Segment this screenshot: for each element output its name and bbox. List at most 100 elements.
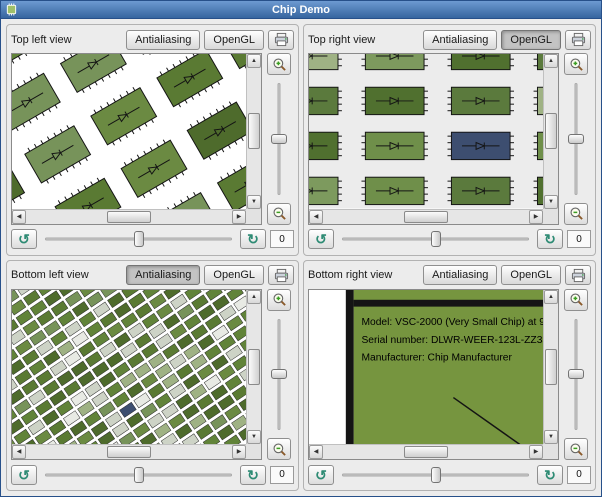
printer-icon (274, 32, 289, 47)
rotate-slider[interactable] (41, 229, 236, 249)
slider-handle[interactable] (271, 369, 287, 380)
vertical-scrollbar[interactable]: ▲ ▼ (246, 54, 261, 209)
scroll-up-arrow[interactable]: ▲ (247, 54, 261, 68)
scroll-up-arrow[interactable]: ▲ (544, 289, 558, 304)
scroll-down-arrow[interactable]: ▼ (544, 430, 558, 444)
opengl-button[interactable]: OpenGL (501, 265, 561, 285)
chip-scene-canvas[interactable] (12, 54, 246, 209)
view-top-right: Top right view Antialiasing OpenGL ▲ ▼ ◀… (303, 24, 596, 256)
scroll-track[interactable] (323, 210, 529, 224)
scroll-handle[interactable] (404, 210, 448, 223)
scroll-handle[interactable] (404, 446, 448, 458)
horizontal-scrollbar[interactable]: ◀ ▶ (309, 208, 543, 224)
slider-handle[interactable] (271, 133, 287, 144)
graphics-view[interactable]: ▲ ▼ ◀ ▶ (11, 288, 262, 460)
rotate-left-button[interactable]: ↺ (308, 464, 334, 485)
titlebar[interactable]: Chip Demo (1, 1, 601, 19)
vertical-scrollbar[interactable]: ▲ ▼ (543, 289, 558, 444)
zoom-out-button[interactable] (267, 438, 291, 460)
slider-handle[interactable] (568, 133, 584, 144)
scroll-right-arrow[interactable]: ▶ (232, 445, 246, 459)
scroll-track[interactable] (26, 210, 232, 224)
rotate-slider[interactable] (41, 465, 236, 485)
scroll-handle[interactable] (107, 210, 151, 223)
antialiasing-button[interactable]: Antialiasing (126, 29, 201, 50)
scroll-track[interactable] (26, 445, 232, 459)
magnifier-plus-icon (272, 57, 287, 72)
magnifier-plus-icon (569, 57, 584, 72)
zoom-slider[interactable] (561, 79, 591, 199)
rotate-left-icon: ↺ (18, 231, 30, 247)
antialiasing-button[interactable]: Antialiasing (423, 265, 498, 285)
antialiasing-button[interactable]: Antialiasing (126, 265, 201, 285)
chip-scene-canvas[interactable] (12, 289, 246, 444)
slider-handle[interactable] (133, 466, 144, 483)
rotate-right-button[interactable]: ↻ (537, 229, 563, 249)
scroll-handle[interactable] (248, 113, 260, 150)
zoom-in-button[interactable] (564, 288, 588, 311)
slider-handle[interactable] (430, 231, 441, 247)
slider-handle[interactable] (568, 369, 584, 380)
scroll-handle[interactable] (248, 348, 260, 385)
slider-handle[interactable] (430, 466, 441, 483)
rotate-slider[interactable] (338, 465, 533, 485)
rotate-right-button[interactable]: ↻ (240, 229, 266, 249)
horizontal-scrollbar[interactable]: ◀ ▶ (12, 208, 246, 224)
zoom-in-button[interactable] (267, 288, 291, 311)
scrollbar-corner (543, 208, 558, 224)
scroll-track[interactable] (544, 68, 558, 195)
graphics-view[interactable]: Model: VSC-2000 (Very Small Chip) at 9 Se… (308, 288, 559, 460)
antialiasing-button[interactable]: Antialiasing (423, 29, 498, 50)
print-button[interactable] (268, 29, 294, 50)
scroll-handle[interactable] (545, 113, 557, 150)
scroll-down-arrow[interactable]: ▼ (544, 194, 558, 209)
scroll-left-arrow[interactable]: ◀ (12, 445, 26, 459)
scroll-handle[interactable] (107, 446, 151, 458)
magnifier-plus-icon (272, 292, 287, 307)
scroll-right-arrow[interactable]: ▶ (232, 209, 246, 224)
graphics-view[interactable]: ▲ ▼ ◀ ▶ (11, 53, 262, 225)
rotate-slider[interactable] (338, 229, 533, 249)
opengl-button[interactable]: OpenGL (501, 29, 561, 50)
zoom-slider[interactable] (561, 315, 591, 435)
print-button[interactable] (565, 29, 591, 50)
horizontal-scrollbar[interactable]: ◀ ▶ (12, 444, 246, 459)
scroll-right-arrow[interactable]: ▶ (529, 445, 543, 459)
scroll-down-arrow[interactable]: ▼ (247, 194, 261, 209)
scroll-track[interactable] (247, 304, 261, 431)
opengl-button[interactable]: OpenGL (204, 265, 264, 285)
chip-scene-canvas[interactable] (309, 54, 543, 209)
scroll-up-arrow[interactable]: ▲ (247, 289, 261, 304)
rotate-right-button[interactable]: ↻ (537, 464, 563, 485)
zoom-out-button[interactable] (267, 202, 291, 225)
print-button[interactable] (565, 265, 591, 285)
rotate-right-button[interactable]: ↻ (240, 464, 266, 485)
zoom-out-button[interactable] (564, 202, 588, 225)
rotate-left-button[interactable]: ↺ (11, 229, 37, 249)
chip-scene-canvas[interactable]: Model: VSC-2000 (Very Small Chip) at 9 Se… (309, 289, 543, 444)
scroll-left-arrow[interactable]: ◀ (309, 209, 323, 224)
scroll-right-arrow[interactable]: ▶ (529, 209, 543, 224)
zoom-in-button[interactable] (267, 53, 291, 75)
slider-handle[interactable] (133, 231, 144, 247)
scroll-left-arrow[interactable]: ◀ (12, 209, 26, 224)
graphics-view[interactable]: ▲ ▼ ◀ ▶ (308, 53, 559, 225)
scroll-track[interactable] (323, 445, 529, 459)
rotate-left-button[interactable]: ↺ (308, 229, 334, 249)
scroll-handle[interactable] (545, 348, 557, 385)
scroll-down-arrow[interactable]: ▼ (247, 430, 261, 444)
vertical-scrollbar[interactable]: ▲ ▼ (246, 289, 261, 444)
vertical-scrollbar[interactable]: ▲ ▼ (543, 54, 558, 209)
opengl-button[interactable]: OpenGL (204, 29, 264, 50)
zoom-out-button[interactable] (564, 438, 588, 460)
zoom-slider[interactable] (264, 79, 294, 199)
scroll-track[interactable] (544, 304, 558, 431)
zoom-in-button[interactable] (564, 53, 588, 75)
scroll-left-arrow[interactable]: ◀ (309, 445, 323, 459)
zoom-slider[interactable] (264, 315, 294, 435)
scroll-track[interactable] (247, 68, 261, 195)
rotate-left-button[interactable]: ↺ (11, 464, 37, 485)
print-button[interactable] (268, 265, 294, 285)
horizontal-scrollbar[interactable]: ◀ ▶ (309, 444, 543, 459)
scroll-up-arrow[interactable]: ▲ (544, 54, 558, 68)
